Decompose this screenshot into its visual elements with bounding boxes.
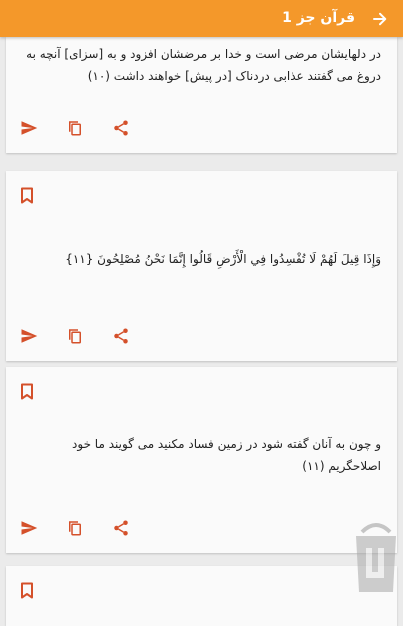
card-actions bbox=[20, 519, 140, 539]
card-actions bbox=[20, 119, 140, 139]
share-icon bbox=[114, 120, 128, 136]
arrow-right-icon bbox=[373, 12, 387, 26]
send-button[interactable] bbox=[20, 519, 40, 539]
verse-text: و چون به آنان گفته شود در زمین فساد مکنی… bbox=[72, 437, 381, 473]
verse-card: در دلهایشان مرضی است و خدا بر مرضشان افز… bbox=[6, 37, 397, 153]
send-button[interactable] bbox=[20, 327, 40, 347]
page-title: قرآن جز 1 bbox=[282, 10, 355, 26]
card-actions bbox=[20, 327, 140, 347]
verse-text: وَإِذَا قِيلَ لَهُمْ لَا تُفْسِدُوا فِي … bbox=[65, 252, 381, 266]
share-button[interactable] bbox=[112, 519, 132, 539]
send-button[interactable] bbox=[20, 119, 40, 139]
copy-button[interactable] bbox=[66, 119, 86, 139]
store-logo-watermark bbox=[352, 518, 400, 596]
copy-button[interactable] bbox=[66, 519, 86, 539]
copy-icon bbox=[69, 121, 81, 136]
bookmark-button[interactable] bbox=[20, 187, 36, 205]
share-button[interactable] bbox=[112, 327, 132, 347]
copy-icon bbox=[69, 329, 81, 344]
verse-text: در دلهایشان مرضی است و خدا بر مرضشان افز… bbox=[26, 47, 381, 83]
bookmark-icon bbox=[21, 187, 33, 204]
app-bar: قرآن جز 1 bbox=[0, 0, 403, 37]
copy-button[interactable] bbox=[66, 327, 86, 347]
bookmark-icon bbox=[21, 582, 33, 599]
verse-card bbox=[6, 566, 397, 626]
bookmark-icon bbox=[21, 383, 33, 400]
verse-card: و چون به آنان گفته شود در زمین فساد مکنی… bbox=[6, 367, 397, 553]
share-icon bbox=[114, 328, 128, 344]
verse-card: وَإِذَا قِيلَ لَهُمْ لَا تُفْسِدُوا فِي … bbox=[6, 171, 397, 361]
send-icon bbox=[21, 329, 38, 343]
share-icon bbox=[114, 520, 128, 536]
back-button[interactable] bbox=[367, 6, 393, 32]
bookmark-button[interactable] bbox=[20, 582, 36, 600]
send-icon bbox=[21, 521, 38, 535]
bookmark-button[interactable] bbox=[20, 383, 36, 401]
share-button[interactable] bbox=[112, 119, 132, 139]
send-icon bbox=[21, 121, 38, 135]
copy-icon bbox=[69, 521, 81, 536]
bag-icon bbox=[356, 523, 396, 592]
